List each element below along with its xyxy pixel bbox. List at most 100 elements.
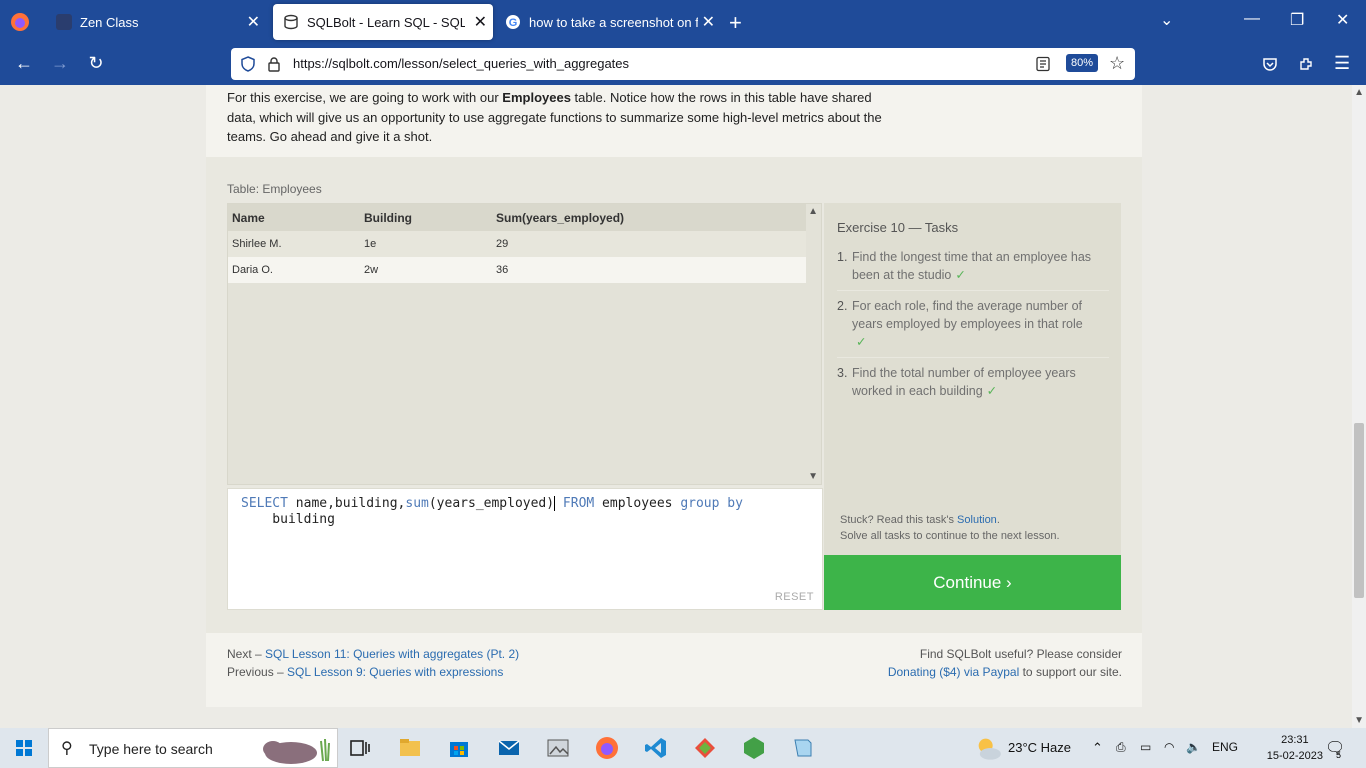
list-all-tabs-icon[interactable]: ⌄ <box>1160 10 1173 30</box>
scroll-down-icon[interactable]: ▼ <box>1354 715 1364 726</box>
exercise-intro: For this exercise, we are going to work … <box>227 88 887 147</box>
exercise-area: Table: Employees Name Building Sum(years… <box>206 157 1142 635</box>
stuck-hint: Stuck? Read this task's Solution. Solve … <box>840 512 1060 544</box>
hint-text: Stuck? Read this task's <box>840 514 958 526</box>
result-table: Name Building Sum(years_employed) Shirle… <box>228 204 806 283</box>
reset-button[interactable]: RESET <box>775 591 814 603</box>
tab-zen-class[interactable]: Zen Class ✕ <box>44 4 268 40</box>
microsoft-store-icon[interactable] <box>447 736 471 760</box>
git-client-icon[interactable] <box>693 736 717 760</box>
sql-text: name,building, <box>287 496 406 511</box>
input-language[interactable]: ENG <box>1212 740 1238 754</box>
weather-icon[interactable] <box>974 734 1002 762</box>
table-caption: Table: Employees <box>227 182 322 196</box>
scrollbar-thumb[interactable] <box>1354 423 1364 598</box>
next-lesson-link[interactable]: SQL Lesson 11: Queries with aggregates (… <box>265 647 519 661</box>
task-number: 1. <box>837 250 848 264</box>
tracking-protection-icon[interactable] <box>240 56 256 72</box>
lesson-footer: Next – SQL Lesson 11: Queries with aggre… <box>206 633 1142 707</box>
table-row: Shirlee M. 1e 29 <box>228 231 806 257</box>
task-item: 2. For each role, find the average number… <box>837 297 1109 358</box>
pocket-icon[interactable] <box>1262 56 1278 72</box>
scroll-down-icon[interactable]: ▼ <box>808 471 818 482</box>
lock-icon[interactable] <box>266 56 282 72</box>
column-header: Sum(years_employed) <box>492 204 806 231</box>
close-tab-icon[interactable]: ✕ <box>698 12 719 32</box>
battery-icon[interactable]: ▭ <box>1140 740 1151 754</box>
app-menu-icon[interactable]: ☰ <box>1334 53 1350 74</box>
lesson-navigation: Next – SQL Lesson 11: Queries with aggre… <box>227 645 519 681</box>
close-tab-icon[interactable]: ✕ <box>468 12 493 32</box>
donate-text: Find SQLBolt useful? Please consider <box>919 647 1122 661</box>
zen-class-favicon-icon <box>56 14 72 30</box>
tab-sqlbolt[interactable]: SQLBolt - Learn SQL - SQL Lesso ✕ <box>273 4 493 40</box>
extensions-icon[interactable] <box>1298 56 1314 72</box>
table-header-row: Name Building Sum(years_employed) <box>228 204 806 231</box>
svg-text:G: G <box>509 17 518 29</box>
minimize-icon[interactable]: — <box>1244 10 1260 28</box>
checkmark-icon: ✓ <box>986 384 998 398</box>
scroll-up-icon[interactable]: ▲ <box>808 206 818 217</box>
photos-icon[interactable] <box>546 736 570 760</box>
firefox-menu-icon[interactable] <box>10 12 30 32</box>
search-icon: ⚲ <box>61 740 73 757</box>
start-icon[interactable] <box>16 740 32 756</box>
sql-keyword: group by <box>680 496 743 511</box>
sql-keyword: FROM <box>562 496 595 511</box>
tab-google-search[interactable]: G how to take a screenshot on fire ✕ <box>497 4 719 40</box>
page-scrollbar[interactable]: ▲ ▼ <box>1352 85 1366 728</box>
nodejs-icon[interactable] <box>742 736 766 760</box>
tab-title: how to take a screenshot on fire <box>529 14 698 30</box>
zoom-level-badge[interactable]: 80% <box>1066 54 1099 72</box>
scroll-up-icon[interactable]: ▲ <box>1354 87 1364 98</box>
vscode-icon[interactable] <box>644 736 668 760</box>
table-cell: 1e <box>360 231 492 257</box>
bookmark-star-icon[interactable]: ☆ <box>1109 53 1125 74</box>
firefox-taskbar-icon[interactable] <box>595 736 619 760</box>
hint-text: . <box>996 514 1000 526</box>
file-explorer-icon[interactable] <box>398 736 422 760</box>
donate-link[interactable]: Donating ($4) via Paypal <box>888 665 1019 679</box>
notification-count-badge: 5 <box>1336 750 1342 760</box>
task-view-icon[interactable] <box>348 736 372 760</box>
table-cell: Shirlee M. <box>228 231 360 257</box>
task-number: 2. <box>837 299 848 313</box>
checkmark-icon: ✓ <box>856 335 867 349</box>
taskbar-search[interactable]: ⚲ Type here to search <box>48 728 338 768</box>
forward-icon[interactable]: → <box>48 53 72 74</box>
meet-now-icon[interactable]: ⎙ <box>1116 740 1126 755</box>
clock[interactable]: 23:31 15-02-2023 <box>1267 732 1323 764</box>
donate-note: Find SQLBolt useful? Please consider Don… <box>888 645 1122 681</box>
solution-link[interactable]: Solution <box>957 514 997 526</box>
new-tab-icon[interactable]: + <box>729 10 742 36</box>
previous-lesson-link[interactable]: SQL Lesson 9: Queries with expressions <box>287 665 503 679</box>
url-text[interactable]: https://sqlbolt.com/lesson/select_querie… <box>293 56 629 71</box>
show-hidden-icons-icon[interactable]: ⌃ <box>1092 740 1103 756</box>
windows-taskbar: ⚲ Type here to search 23°C Haze ⌃ ⎙ ▭ ◠ … <box>0 728 1366 768</box>
wifi-icon[interactable]: ◠ <box>1164 740 1174 754</box>
sql-query-editor[interactable]: SELECT name,building,sum(years_employed)… <box>227 488 823 610</box>
reload-icon[interactable]: ↻ <box>84 53 108 74</box>
reader-view-icon[interactable] <box>1035 56 1051 72</box>
notepad-icon[interactable] <box>791 736 815 760</box>
weather-text[interactable]: 23°C Haze <box>1008 740 1071 755</box>
search-placeholder: Type here to search <box>89 741 213 757</box>
address-bar[interactable]: https://sqlbolt.com/lesson/select_querie… <box>231 48 1135 80</box>
restore-icon[interactable]: ❐ <box>1290 10 1304 30</box>
query-code[interactable]: SELECT name,building,sum(years_employed)… <box>241 496 743 527</box>
intro-table-name: Employees <box>502 90 571 105</box>
navigation-bar: ← → ↻ https://sqlbolt.com/lesson/select_… <box>0 44 1366 85</box>
query-result-panel[interactable]: Name Building Sum(years_employed) Shirle… <box>227 203 822 485</box>
close-window-icon[interactable]: ✕ <box>1336 10 1349 30</box>
sql-function: sum <box>405 496 429 511</box>
close-tab-icon[interactable]: ✕ <box>239 12 268 32</box>
table-cell: Daria O. <box>228 257 360 283</box>
text-cursor <box>554 496 556 511</box>
back-icon[interactable]: ← <box>12 53 36 74</box>
task-item: 3. Find the total number of employee year… <box>837 364 1109 406</box>
search-highlight-hippo-icon <box>263 738 330 764</box>
volume-icon[interactable]: 🔈 <box>1186 740 1201 754</box>
continue-button[interactable]: Continue › <box>824 555 1121 610</box>
mail-icon[interactable] <box>497 736 521 760</box>
table-cell: 36 <box>492 257 806 283</box>
